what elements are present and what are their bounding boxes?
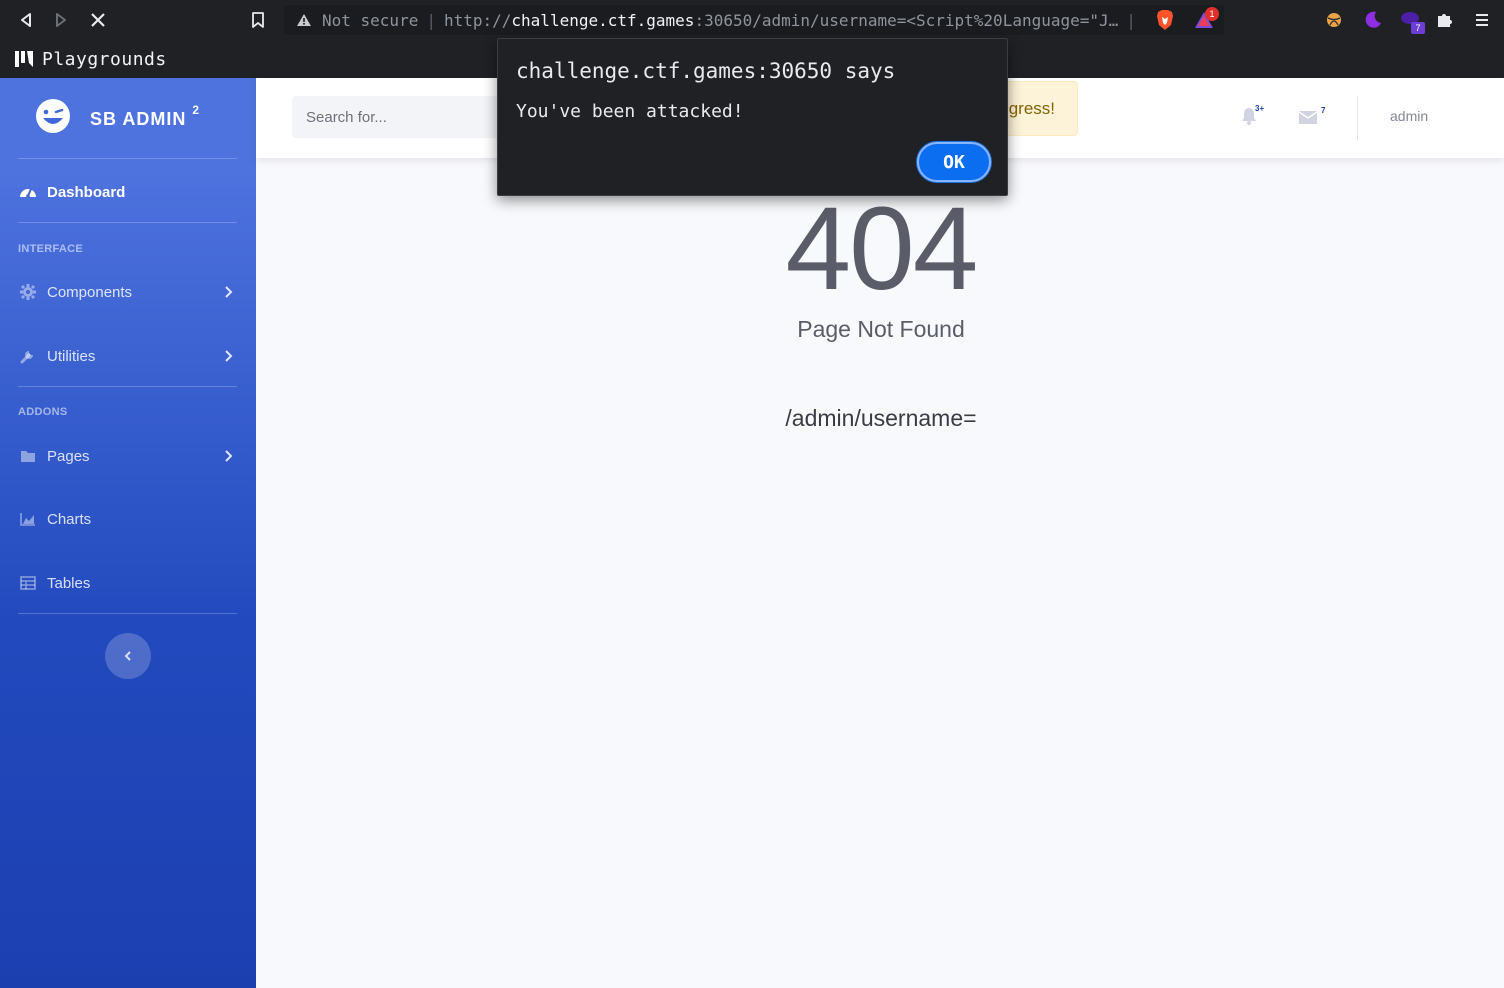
chevron-right-icon — [225, 286, 233, 298]
sidebar-item-pages[interactable]: Pages — [0, 434, 256, 478]
folder-icon — [19, 447, 37, 465]
sidebar-divider — [18, 158, 237, 159]
ok-button[interactable]: OK — [917, 142, 991, 182]
messages-envelope-icon[interactable]: 7 — [1298, 106, 1325, 128]
warning-icon — [296, 13, 312, 27]
sidebar-item-charts[interactable]: Charts — [0, 497, 256, 541]
dark-mode-moon-icon[interactable] — [1361, 8, 1385, 32]
bookmark-icon[interactable] — [246, 8, 270, 32]
chevron-right-icon — [225, 350, 233, 362]
sidebar-item-components[interactable]: Components — [0, 270, 256, 314]
address-bar[interactable]: Not secure | http://challenge.ctf.games:… — [284, 5, 1224, 35]
table-icon — [19, 574, 37, 592]
error-path: /admin/username= — [785, 405, 977, 431]
sidebar-divider — [18, 613, 237, 614]
brave-shields-icon[interactable] — [1153, 8, 1177, 32]
url-path: :30650/admin/username=<Script%20Language… — [694, 10, 1119, 30]
sidebar-item-utilities[interactable]: Utilities — [0, 334, 256, 378]
sidebar-brand[interactable]: SB ADMIN 2 — [0, 78, 256, 158]
sidebar-toggle-button[interactable] — [105, 633, 151, 679]
sidebar-divider — [18, 386, 237, 387]
bookmark-playgrounds[interactable]: Playgrounds — [14, 49, 167, 70]
laugh-wink-icon — [35, 98, 71, 134]
extensions-puzzle-icon[interactable] — [1433, 8, 1457, 32]
cog-icon — [19, 283, 37, 301]
brave-rewards-icon[interactable]: 1 — [1192, 7, 1219, 32]
playgrounds-icon — [15, 51, 33, 67]
alerts-bell-icon[interactable]: 3+ — [1240, 104, 1265, 128]
topbar-divider — [1357, 96, 1358, 140]
dialog-title: challenge.ctf.games:30650 says — [516, 59, 896, 83]
sidebar-heading-interface: INTERFACE — [18, 243, 84, 255]
search-input[interactable] — [292, 96, 522, 138]
tachometer-icon — [19, 183, 37, 201]
error-code: 404 — [785, 183, 979, 315]
sidebar-heading-addons: ADDONS — [18, 406, 68, 418]
rewards-badge: 1 — [1205, 7, 1219, 21]
error-text: Page Not Found — [797, 316, 965, 342]
brand-title: SB ADMIN 2 — [90, 103, 201, 129]
extension-badge: 7 — [1411, 22, 1425, 34]
chevron-left-icon — [124, 651, 131, 661]
bookmark-label: Playgrounds — [42, 48, 167, 70]
back-icon[interactable] — [14, 8, 38, 32]
menu-hamburger-icon[interactable] — [1470, 8, 1494, 32]
alerts-badge: 3+ — [1255, 104, 1265, 113]
stop-loading-icon[interactable] — [86, 8, 110, 32]
chevron-right-icon — [225, 450, 233, 462]
alert-dialog: challenge.ctf.games:30650 says You've be… — [497, 38, 1008, 196]
chart-area-icon — [19, 510, 37, 528]
url-scheme: http:// — [443, 10, 512, 30]
forward-icon[interactable] — [49, 8, 73, 32]
messages-badge: 7 — [1321, 106, 1326, 115]
sidebar: SB ADMIN 2 Dashboard INTERFACE Components… — [0, 78, 256, 988]
extension-ball-icon[interactable] — [1322, 8, 1346, 32]
url-host: challenge.ctf.games — [511, 10, 695, 30]
dialog-message: You've been attacked! — [516, 101, 744, 122]
browser-toolbar: Not secure | http://challenge.ctf.games:… — [0, 0, 1504, 40]
wrench-icon — [19, 347, 37, 365]
main-content: 404 Page Not Found /admin/username= — [256, 158, 1504, 988]
user-menu[interactable]: admin — [1390, 108, 1428, 124]
sidebar-item-dashboard[interactable]: Dashboard — [0, 170, 256, 214]
sidebar-divider — [18, 222, 237, 223]
security-label: Not secure — [322, 10, 419, 30]
sidebar-item-tables[interactable]: Tables — [0, 561, 256, 605]
extension-stack-icon[interactable]: 7 — [1399, 8, 1425, 34]
